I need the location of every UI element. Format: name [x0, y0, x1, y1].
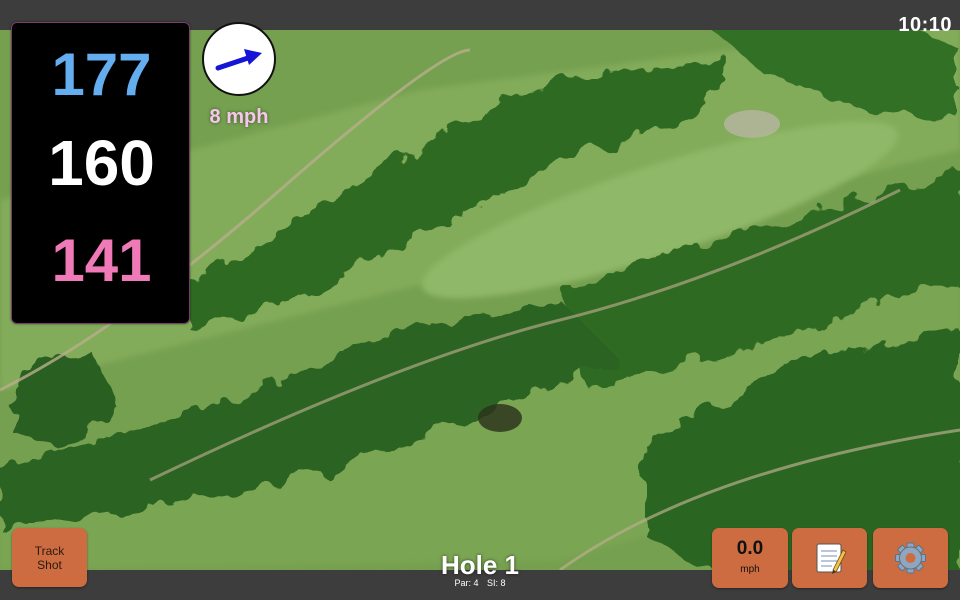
track-shot-label-line1: Track — [34, 543, 65, 558]
clock: 10:10 — [898, 14, 952, 36]
notepad-icon — [816, 543, 847, 574]
front-yardage: 141 — [51, 227, 152, 294]
center-yardage: 160 — [48, 127, 155, 199]
yardage-panel: 177 160 141 — [11, 22, 190, 324]
settings-button[interactable] — [873, 528, 948, 588]
track-shot-button[interactable]: Track Shot — [12, 528, 87, 587]
hole-info: Par: 4 SI: 8 — [430, 578, 530, 588]
track-shot-label-line2: Shot — [37, 557, 62, 572]
back-yardage: 177 — [51, 41, 152, 108]
wind-indicator[interactable] — [202, 22, 276, 96]
notes-button[interactable] — [792, 528, 867, 588]
speed-value: 0.0 — [736, 538, 764, 559]
speed-button[interactable]: 0.0 mph — [712, 528, 788, 588]
hole-title: Hole 1 — [440, 550, 520, 580]
gear-icon — [895, 542, 926, 574]
hole-stroke-index: SI: 8 — [487, 578, 506, 588]
speed-unit: mph — [740, 564, 760, 575]
wind-arrow-icon — [215, 49, 262, 71]
wind-speed: 8 mph — [209, 106, 269, 128]
hole-par: Par: 4 — [454, 578, 479, 588]
